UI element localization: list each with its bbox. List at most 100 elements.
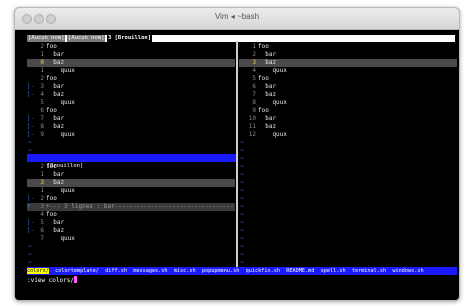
command-line[interactable]: :view colors/ — [27, 276, 77, 285]
line-text: baz — [46, 227, 65, 234]
line-number: 1 — [40, 171, 44, 178]
command-text: :view colors/ — [27, 277, 74, 284]
vim-tabline: [Aucun nom] [Aucun nom] 3 [Brouillon] — [27, 35, 455, 42]
vim-screen[interactable]: [Aucun nom] [Aucun nom] 3 [Brouillon] 2f… — [15, 30, 459, 300]
line-text: bar — [258, 51, 277, 58]
buffer-line: |- 9 quux — [27, 131, 235, 139]
empty-line-tilde: ~ — [239, 155, 457, 163]
line-text: quux — [46, 131, 75, 138]
line-number: 1 — [40, 67, 44, 74]
empty-line-tilde: ~ — [27, 139, 235, 147]
line-text: quux — [46, 187, 75, 194]
empty-line-tilde: ~ — [239, 187, 457, 195]
tilde-marker: ~ — [240, 219, 244, 226]
tilde-marker: ~ — [240, 187, 244, 194]
line-text: foo — [258, 107, 269, 114]
tilde-marker: ~ — [240, 139, 244, 146]
buffer-line: 10 bar — [239, 115, 457, 123]
line-text: foo — [46, 163, 57, 170]
buffer-line: 2 bar — [239, 51, 457, 59]
line-number: 3 — [40, 83, 44, 90]
buffer-line: 0 baz — [27, 59, 235, 67]
empty-line-tilde: ~ — [239, 147, 457, 155]
line-text: foo — [46, 75, 57, 82]
window-top-left[interactable]: 2 foo 1 bar 0 baz 1 quux 2 foo |- 3 bar |- 4 baz 5 … — [27, 43, 235, 155]
buffer-line: |- 5 bar — [27, 219, 235, 227]
buffer-line: 4 quux — [239, 67, 457, 75]
wildmenu-selected[interactable]: colors/ — [27, 268, 49, 274]
line-text: bar — [46, 171, 65, 178]
tilde-marker: ~ — [240, 259, 244, 266]
tilde-marker: ~ — [240, 243, 244, 250]
line-number: 7 — [40, 235, 44, 242]
tilde-marker: ~ — [240, 147, 244, 154]
tab-brouillon[interactable]: 3 [Brouillon] — [107, 35, 153, 42]
line-number: 8 — [252, 99, 256, 106]
line-number: 5 — [40, 99, 44, 106]
buffer-line: 12 quux — [239, 131, 457, 139]
tab-aucun-nom-1[interactable]: [Aucun nom] — [27, 35, 66, 42]
tilde-marker: ~ — [28, 259, 32, 266]
buffer-line: 2 foo — [27, 75, 235, 83]
buffer-line: 7 baz — [239, 91, 457, 99]
line-number: 2 — [40, 75, 44, 82]
line-text: bar — [46, 83, 65, 90]
line-text: bar — [258, 115, 277, 122]
tilde-marker: ~ — [28, 243, 32, 250]
buffer-line: +3 +--- 3 lignes : bar-------------------… — [27, 203, 235, 211]
line-text: foo — [258, 75, 269, 82]
line-number: 5 — [40, 219, 44, 226]
buffer-line: 11 baz — [239, 123, 457, 131]
line-text: baz — [46, 91, 65, 98]
buffer-line: 7 quux — [27, 235, 235, 243]
buffer-line: |- 4 baz — [27, 91, 235, 99]
line-text: foo — [46, 195, 57, 202]
buffer-line: 2 foo — [27, 43, 235, 51]
line-text: quux — [46, 235, 75, 242]
buffer-line: |- 2 foo — [27, 195, 235, 203]
line-text: bar — [46, 51, 65, 58]
buffer-line: 1 bar — [27, 51, 235, 59]
tilde-marker: ~ — [240, 179, 244, 186]
tilde-marker: ~ — [240, 203, 244, 210]
line-text: quux — [46, 99, 75, 106]
line-number: 8 — [40, 123, 44, 130]
line-number: 2 — [40, 43, 44, 50]
tilde-marker: ~ — [240, 195, 244, 202]
line-text: quux — [258, 131, 287, 138]
line-text: quux — [46, 67, 75, 74]
line-text: baz — [258, 59, 277, 66]
line-number: 2 — [252, 51, 256, 58]
terminal-window: Vim ◂ ~bash [Aucun nom] [Aucun nom] 3 [B… — [14, 7, 460, 301]
vertical-split-separator[interactable] — [236, 41, 238, 273]
empty-line-tilde: ~ — [239, 139, 457, 147]
window-title: Vim ◂ ~bash — [214, 12, 260, 21]
line-text: baz — [46, 123, 65, 130]
buffer-line: 1 quux — [27, 67, 235, 75]
empty-line-tilde: ~ — [239, 163, 457, 171]
tilde-marker: ~ — [240, 227, 244, 234]
line-text: foo — [46, 211, 57, 218]
window-right[interactable]: 1 foo 2 bar 3 baz 4 quux 5 foo 6 bar 7 baz 8 quux… — [239, 43, 457, 267]
tilde-marker: ~ — [28, 139, 32, 146]
tab-aucun-nom-2[interactable]: [Aucun nom] — [67, 35, 106, 42]
buffer-line: |- 8 baz — [27, 123, 235, 131]
line-number: 6 — [40, 227, 44, 234]
empty-line-tilde: ~ — [239, 235, 457, 243]
tilde-marker: ~ — [240, 155, 244, 162]
line-number: 4 — [40, 211, 44, 218]
text-cursor — [73, 276, 77, 283]
wildmenu[interactable]: colors/ colortemplate/ diff.sh messages.… — [27, 267, 457, 275]
line-text: baz — [258, 123, 277, 130]
empty-line-tilde: ~ — [239, 195, 457, 203]
buffer-line: 8 quux — [239, 99, 457, 107]
wildmenu-items[interactable]: colortemplate/ diff.sh messages.sh misc.… — [49, 268, 424, 274]
line-number: 3 — [252, 59, 256, 66]
buffer-line: 3 baz — [239, 59, 457, 67]
window-bottom-left[interactable]: 2 foo 1 bar 3 baz 1 quux |- 2 foo +3 +--- 3 ligne… — [27, 163, 235, 267]
tilde-marker: ~ — [28, 251, 32, 258]
buffer-line: 1 bar — [27, 171, 235, 179]
line-text: bar — [46, 115, 65, 122]
line-text: baz — [46, 59, 65, 66]
tilde-marker: ~ — [240, 235, 244, 242]
